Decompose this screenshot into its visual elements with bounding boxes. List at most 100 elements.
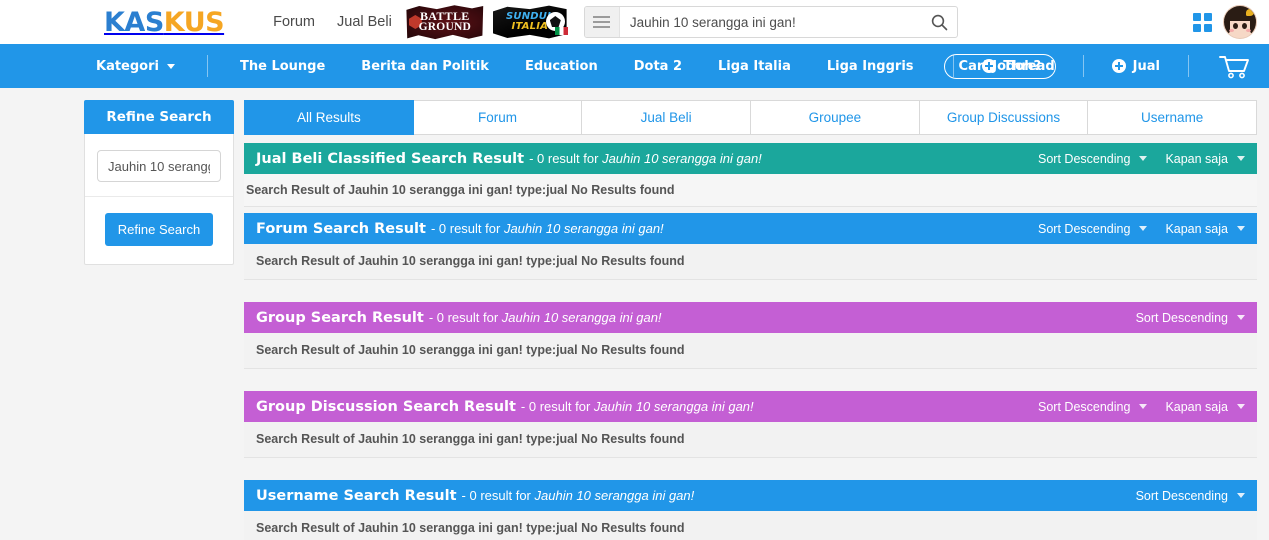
nav-item-berita-dan-politik[interactable]: Berita dan Politik	[343, 59, 507, 74]
sort-dropdown[interactable]: Sort Descending	[1020, 151, 1148, 166]
result-count-text: - 0 result for	[529, 151, 599, 166]
search-filter-hamburger-icon[interactable]	[584, 7, 620, 37]
result-title: Username Search Result	[256, 487, 457, 504]
result-query: Jauhin 10 serangga ini gan!	[602, 151, 762, 166]
avatar[interactable]	[1223, 5, 1257, 39]
result-block-username: Username Search Result - 0 result for Ja…	[244, 480, 1257, 540]
sort-dropdown-label: Sort Descending	[1135, 488, 1228, 503]
sort-dropdown[interactable]: Sort Descending	[1118, 489, 1245, 503]
result-count-text: - 0 result for	[430, 221, 501, 236]
result-body-group: Search Result of Jauhin 10 serangga ini …	[244, 333, 1257, 369]
result-body-username: Search Result of Jauhin 10 serangga ini …	[244, 511, 1257, 540]
chevron-down-icon	[1237, 156, 1245, 161]
refine-search-button[interactable]: Refine Search	[104, 213, 214, 246]
nav-item-dota-2[interactable]: Dota 2	[616, 59, 700, 74]
refine-search-header[interactable]: Refine Search	[84, 100, 234, 134]
result-subtitle: - 0 result for Jauhin 10 serangga ini ga…	[431, 221, 664, 236]
battle-ground-line-2: GROUND	[418, 21, 471, 34]
create-thread-label: Thread	[1003, 58, 1055, 74]
tab-username[interactable]: Username	[1088, 100, 1258, 135]
sort-dropdown[interactable]: Sort Descending	[1118, 311, 1245, 325]
sort-dropdown[interactable]: Sort Descending	[1020, 222, 1148, 236]
sort-dropdown[interactable]: Sort Descending	[1020, 400, 1148, 414]
result-query: Jauhin 10 serangga ini gan!	[534, 488, 695, 503]
time-dropdown[interactable]: Kapan saja	[1147, 222, 1245, 236]
result-header-group: Group Search Result - 0 result for Jauhi…	[244, 302, 1257, 333]
tab-all-results[interactable]: All Results	[244, 100, 414, 135]
result-controls: Sort Descending Kapan saja	[1020, 400, 1245, 414]
time-dropdown-label: Kapan saja	[1165, 399, 1228, 414]
result-count-text: - 0 result for	[461, 488, 531, 503]
tab-forum[interactable]: Forum	[413, 100, 583, 135]
result-title: Forum Search Result	[256, 220, 426, 237]
nav-item-kategori-label: Kategori	[96, 58, 159, 74]
nav-item-education[interactable]: Education	[507, 59, 616, 74]
logo-part-1: KAS	[104, 6, 164, 38]
tab-jual-beli[interactable]: Jual Beli	[582, 100, 752, 135]
result-header-jual-beli-classified: Jual Beli Classified Search Result - 0 r…	[244, 143, 1257, 174]
refine-search-input[interactable]	[97, 150, 221, 182]
sundul-italia-line-2: ITALIA	[511, 21, 549, 32]
chevron-down-icon	[1237, 404, 1245, 409]
top-nav-jual-beli[interactable]: Jual Beli	[337, 14, 392, 30]
time-dropdown-label: Kapan saja	[1165, 221, 1228, 236]
chevron-down-icon	[1237, 315, 1245, 320]
search-icon[interactable]	[923, 7, 957, 37]
result-query: Jauhin 10 serangga ini gan!	[503, 221, 664, 236]
result-body-jual-beli-classified: Search Result of Jauhin 10 serangga ini …	[244, 174, 1257, 207]
category-nav-items: Kategori The Lounge Berita dan Politik E…	[96, 53, 1057, 79]
search-input[interactable]	[619, 7, 923, 37]
chevron-down-icon	[1139, 226, 1148, 231]
chevron-down-icon	[1237, 493, 1245, 498]
avatar-blush-left	[1229, 29, 1234, 32]
result-count-text: - 0 result for	[520, 399, 591, 414]
time-dropdown[interactable]: Kapan saja	[1147, 152, 1245, 166]
plus-circle-icon	[982, 59, 997, 73]
chevron-down-icon	[166, 63, 175, 69]
kaskus-logo[interactable]: KASKUS	[104, 6, 225, 38]
time-dropdown-label: Kapan saja	[1165, 151, 1228, 166]
tab-groupee[interactable]: Groupee	[751, 100, 920, 135]
nav-actions-divider-1	[953, 55, 955, 77]
avatar-eye-right	[1242, 23, 1247, 29]
refine-search-divider	[85, 196, 233, 197]
battle-ground-text: BATTLE GROUND	[405, 3, 485, 41]
tab-group-discussions[interactable]: Group Discussions	[919, 100, 1089, 135]
sundul-italia-badge[interactable]: SUNDUL ITALIA	[490, 3, 570, 41]
nav-item-liga-inggris[interactable]: Liga Inggris	[809, 59, 932, 74]
refine-search-panel: Refine Search	[84, 134, 234, 265]
create-thread-button[interactable]: Thread	[968, 59, 1068, 74]
nav-actions-divider-3	[1188, 55, 1189, 77]
result-title: Group Search Result	[256, 309, 424, 326]
nav-actions: Thread Jual	[939, 44, 1255, 88]
nav-item-kategori[interactable]: Kategori	[96, 59, 193, 74]
italy-flag-icon	[554, 27, 568, 35]
page-body: Refine Search Refine Search All Results …	[0, 88, 1269, 540]
search-bar	[583, 6, 958, 38]
shopping-cart-icon[interactable]	[1203, 54, 1255, 79]
nav-divider	[206, 55, 208, 77]
chevron-down-icon	[1139, 404, 1148, 409]
result-block-forum: Forum Search Result - 0 result for Jauhi…	[244, 213, 1257, 280]
sort-dropdown-label: Sort Descending	[1038, 151, 1131, 166]
avatar-eye-left	[1233, 23, 1238, 29]
result-query: Jauhin 10 serangga ini gan!	[501, 310, 662, 325]
grid-apps-icon[interactable]	[1193, 12, 1212, 32]
result-header-group-discussion: Group Discussion Search Result - 0 resul…	[244, 391, 1257, 422]
result-subtitle: - 0 result for Jauhin 10 serangga ini ga…	[462, 488, 695, 503]
logo-part-2: KUS	[163, 6, 225, 38]
nav-item-liga-italia[interactable]: Liga Italia	[700, 59, 809, 74]
nav-item-the-lounge[interactable]: The Lounge	[222, 59, 343, 74]
time-dropdown[interactable]: Kapan saja	[1147, 400, 1245, 414]
create-jual-button[interactable]: Jual	[1098, 59, 1174, 74]
nav-actions-divider-2	[1082, 55, 1084, 77]
result-query: Jauhin 10 serangga ini gan!	[593, 399, 754, 414]
chevron-down-icon	[1139, 156, 1148, 161]
result-controls: Sort Descending Kapan saja	[1020, 152, 1245, 166]
badge-logos: BATTLE GROUND SUNDUL ITALIA	[405, 3, 570, 41]
result-controls: Sort Descending	[1118, 489, 1245, 503]
top-nav-forum[interactable]: Forum	[273, 14, 315, 30]
battle-ground-badge[interactable]: BATTLE GROUND	[405, 3, 485, 41]
result-title: Group Discussion Search Result	[256, 398, 516, 415]
results-tab-bar: All Results Forum Jual Beli Groupee Grou…	[244, 100, 1258, 135]
